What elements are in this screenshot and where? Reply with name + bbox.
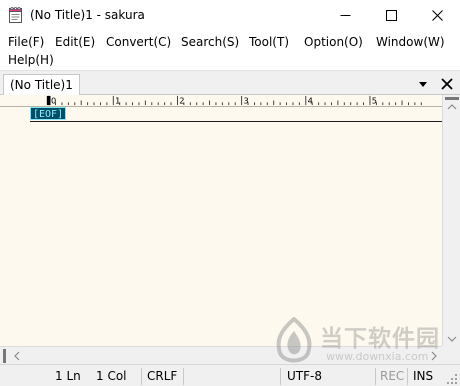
menu-convert[interactable]: Convert(C) <box>106 34 171 50</box>
scroll-left-icon[interactable] <box>13 351 21 361</box>
menu-bar: File(F) Edit(E) Convert(C) Search(S) Too… <box>0 31 460 69</box>
tab-close-icon[interactable] <box>440 77 454 91</box>
tab-no-title-1[interactable]: (No Title)1 <box>3 74 80 96</box>
status-separator <box>183 368 184 385</box>
menu-option[interactable]: Option(O) <box>304 34 363 50</box>
scrollbar-corner <box>442 346 460 364</box>
status-column: 1 Col <box>96 369 127 383</box>
window-title: (No Title)1 - sakura <box>30 8 145 22</box>
downxia-logo-icon <box>276 317 312 363</box>
eof-marker: [EOF] <box>30 107 67 120</box>
watermark-brand: 当下软件园 <box>320 326 440 352</box>
watermark-url: www.downxia.com <box>326 350 429 363</box>
tab-bar: (No Title)1 <box>0 70 460 96</box>
close-button[interactable] <box>414 0 460 31</box>
scroll-down-icon[interactable] <box>447 335 457 343</box>
title-bar: (No Title)1 - sakura <box>0 0 460 31</box>
chevron-down-icon[interactable] <box>417 79 429 89</box>
status-separator <box>141 368 142 385</box>
status-separator <box>280 368 281 385</box>
split-handle-horizontal[interactable] <box>3 349 6 363</box>
minimize-button[interactable] <box>322 0 368 31</box>
status-encoding[interactable]: UTF-8 <box>287 368 322 385</box>
status-line: 1 Ln <box>55 369 81 383</box>
watermark: 当下软件园 www.downxia.com <box>272 317 442 367</box>
notepad-app-icon <box>9 7 22 23</box>
menu-window[interactable]: Window(W) <box>376 34 445 50</box>
split-handle[interactable] <box>445 97 459 100</box>
menu-file[interactable]: File(F) <box>8 34 44 50</box>
status-line-ending[interactable]: CRLF <box>147 368 177 385</box>
scroll-up-icon[interactable] <box>447 103 457 111</box>
resize-grip-icon[interactable] <box>446 373 458 385</box>
minimize-icon <box>340 15 350 16</box>
status-mode[interactable]: INS <box>413 368 433 385</box>
menu-tool[interactable]: Tool(T) <box>249 34 289 50</box>
cursor-line-underline <box>30 121 442 122</box>
close-icon <box>431 10 443 21</box>
maximize-button[interactable] <box>368 0 414 31</box>
status-bar: 1 Ln 1 Col CRLF UTF-8 REC INS <box>0 364 460 386</box>
status-rec: REC <box>380 369 405 383</box>
menu-help[interactable]: Help(H) <box>8 52 54 68</box>
editor-area[interactable]: 012345 [EOF] <box>0 95 442 346</box>
menu-edit[interactable]: Edit(E) <box>55 34 95 50</box>
maximize-icon <box>385 10 397 21</box>
ruler-caret-marker <box>46 95 51 106</box>
menu-search[interactable]: Search(S) <box>181 34 239 50</box>
status-separator <box>407 368 408 385</box>
ruler: 012345 <box>0 95 442 107</box>
vertical-scrollbar[interactable] <box>442 95 460 346</box>
status-separator <box>375 368 376 385</box>
